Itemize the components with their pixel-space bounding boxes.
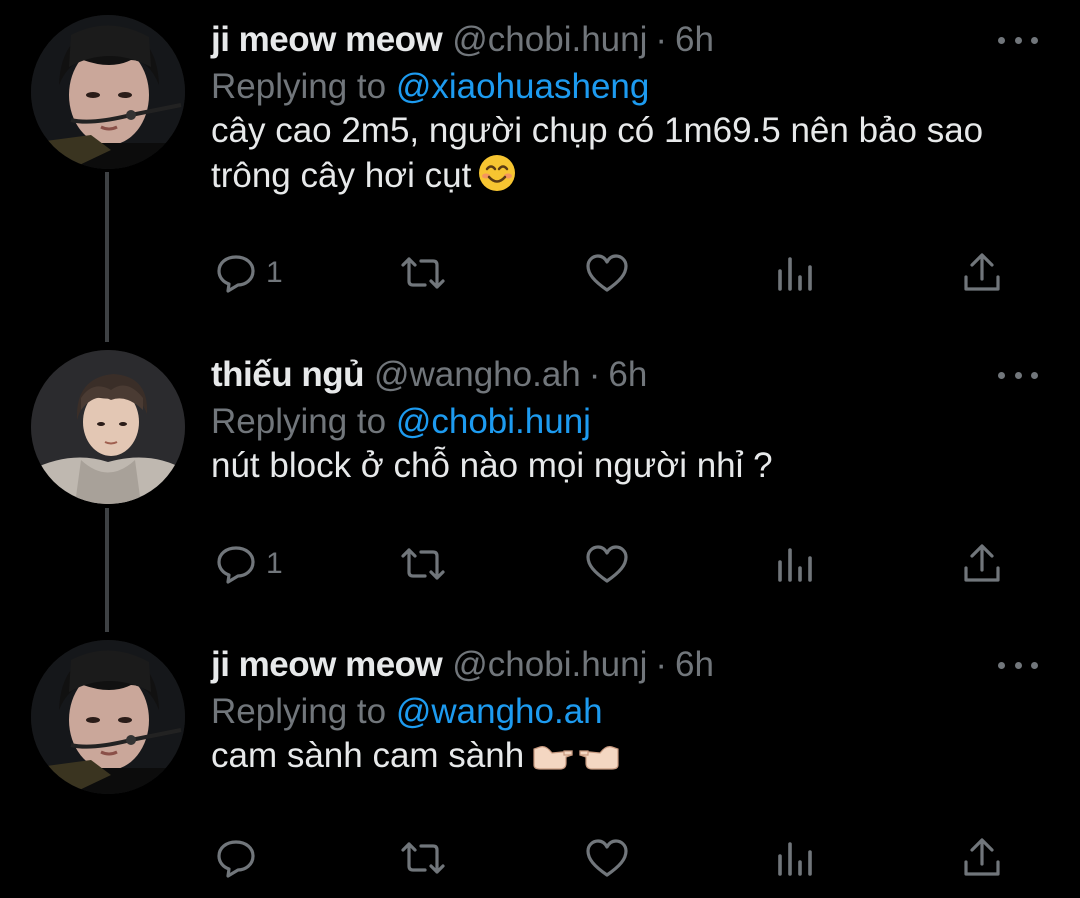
tweet-header: thiếu ngủ @wangho.ah · 6h xyxy=(211,350,647,400)
display-name[interactable]: ji meow meow xyxy=(211,15,443,65)
views-icon xyxy=(776,251,816,295)
avatar[interactable] xyxy=(31,15,185,169)
retweet-button[interactable] xyxy=(398,536,448,592)
tweet-actions: 1 xyxy=(0,536,1080,592)
mention-link[interactable]: @xiaohuasheng xyxy=(396,67,650,106)
reply-button[interactable]: 1 xyxy=(214,536,283,592)
views-button[interactable] xyxy=(776,830,816,886)
share-button[interactable] xyxy=(960,245,1004,301)
reply-icon xyxy=(214,836,258,880)
tweet-actions xyxy=(0,830,1080,886)
tweet-text-content: cây cao 2m5, người chụp có 1m69.5 nên bả… xyxy=(211,111,984,195)
timestamp[interactable]: 6h xyxy=(675,15,714,65)
tweet-header: ji meow meow @chobi.hunj · 6h xyxy=(211,15,714,65)
reply-icon xyxy=(214,251,258,295)
replying-to: Replying to @xiaohuasheng xyxy=(211,63,649,111)
mention-link[interactable]: @wangho.ah xyxy=(396,692,603,731)
tweet[interactable]: ji meow meow @chobi.hunj · 6h Replying t… xyxy=(0,640,1080,898)
reply-button[interactable] xyxy=(214,830,266,886)
tweet-text: cam sành cam sành xyxy=(211,734,1041,784)
reply-count: 1 xyxy=(266,547,283,580)
replying-to: Replying to @wangho.ah xyxy=(211,688,603,736)
retweet-icon xyxy=(398,251,448,295)
replying-prefix: Replying to xyxy=(211,402,387,441)
more-options-icon[interactable] xyxy=(998,650,1038,680)
like-icon xyxy=(584,542,630,586)
reply-icon xyxy=(214,542,258,586)
like-icon xyxy=(584,836,630,880)
smiling-face-emoji xyxy=(477,153,517,204)
tweet-actions: 1 xyxy=(0,245,1080,301)
share-button[interactable] xyxy=(960,830,1004,886)
share-icon xyxy=(960,836,1004,880)
display-name[interactable]: thiếu ngủ xyxy=(211,350,364,400)
timestamp[interactable]: 6h xyxy=(608,350,647,400)
retweet-icon xyxy=(398,836,448,880)
tweet[interactable]: ji meow meow @chobi.hunj · 6h Replying t… xyxy=(0,15,1080,315)
reply-button[interactable]: 1 xyxy=(214,245,283,301)
more-options-icon[interactable] xyxy=(998,360,1038,390)
tweet-text: cây cao 2m5, người chụp có 1m69.5 nên bả… xyxy=(211,109,1041,204)
more-options-icon[interactable] xyxy=(998,25,1038,55)
like-button[interactable] xyxy=(584,536,630,592)
replying-prefix: Replying to xyxy=(211,692,387,731)
views-icon xyxy=(776,836,816,880)
display-name[interactable]: ji meow meow xyxy=(211,640,443,690)
views-button[interactable] xyxy=(776,245,816,301)
tweet-text-content: cam sành cam sành xyxy=(211,736,525,775)
user-handle[interactable]: @chobi.hunj xyxy=(452,640,647,690)
tweet-header: ji meow meow @chobi.hunj · 6h xyxy=(211,640,714,690)
separator-dot: · xyxy=(588,355,601,394)
replying-to: Replying to @chobi.hunj xyxy=(211,398,591,446)
user-handle[interactable]: @wangho.ah xyxy=(374,350,581,400)
like-button[interactable] xyxy=(584,830,630,886)
share-icon xyxy=(960,251,1004,295)
timestamp[interactable]: 6h xyxy=(675,640,714,690)
replying-prefix: Replying to xyxy=(211,67,387,106)
tweet[interactable]: thiếu ngủ @wangho.ah · 6h Replying to @c… xyxy=(0,350,1080,620)
user-handle[interactable]: @chobi.hunj xyxy=(452,15,647,65)
retweet-icon xyxy=(398,542,448,586)
retweet-button[interactable] xyxy=(398,830,448,886)
like-icon xyxy=(584,251,630,295)
avatar[interactable] xyxy=(31,640,185,794)
pointing-hands-emoji xyxy=(530,737,622,784)
like-button[interactable] xyxy=(584,245,630,301)
views-icon xyxy=(776,542,816,586)
mention-link[interactable]: @chobi.hunj xyxy=(396,402,591,441)
retweet-button[interactable] xyxy=(398,245,448,301)
avatar[interactable] xyxy=(31,350,185,504)
tweet-text-content: nút block ở chỗ nào mọi người nhỉ ? xyxy=(211,446,773,485)
tweet-text: nút block ở chỗ nào mọi người nhỉ ? xyxy=(211,444,1041,488)
separator-dot: · xyxy=(655,645,668,684)
reply-count: 1 xyxy=(266,256,283,289)
share-button[interactable] xyxy=(960,536,1004,592)
separator-dot: · xyxy=(655,20,668,59)
share-icon xyxy=(960,542,1004,586)
views-button[interactable] xyxy=(776,536,816,592)
